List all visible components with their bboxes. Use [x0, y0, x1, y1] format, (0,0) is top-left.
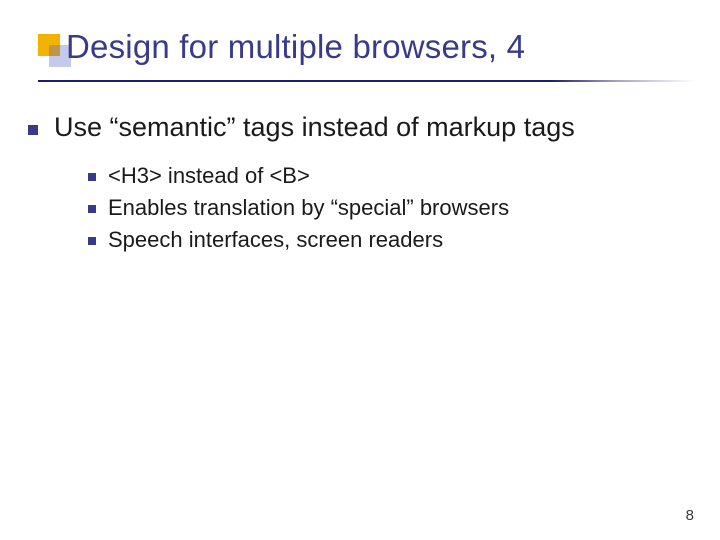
bullet-level1: Use “semantic” tags instead of markup ta…: [28, 112, 696, 143]
bullet-level2: Speech interfaces, screen readers: [88, 227, 696, 253]
square-bullet-icon: [28, 125, 38, 135]
slide-title: Design for multiple browsers, 4: [66, 28, 525, 66]
bullet-level2: Enables translation by “special” browser…: [88, 195, 696, 221]
page-number: 8: [686, 507, 694, 524]
sub-bullet-list: <H3> instead of <B> Enables translation …: [88, 163, 696, 253]
bullet-text: Use “semantic” tags instead of markup ta…: [54, 112, 575, 143]
title-underline: [38, 80, 696, 82]
square-bullet-icon: [88, 205, 96, 213]
slide-body: Use “semantic” tags instead of markup ta…: [28, 112, 696, 259]
bullet-text: <H3> instead of <B>: [108, 163, 310, 189]
bullet-level2: <H3> instead of <B>: [88, 163, 696, 189]
square-bullet-icon: [88, 237, 96, 245]
bullet-text: Speech interfaces, screen readers: [108, 227, 443, 253]
bullet-text: Enables translation by “special” browser…: [108, 195, 509, 221]
square-bullet-icon: [88, 173, 96, 181]
title-block: Design for multiple browsers, 4: [38, 28, 525, 66]
